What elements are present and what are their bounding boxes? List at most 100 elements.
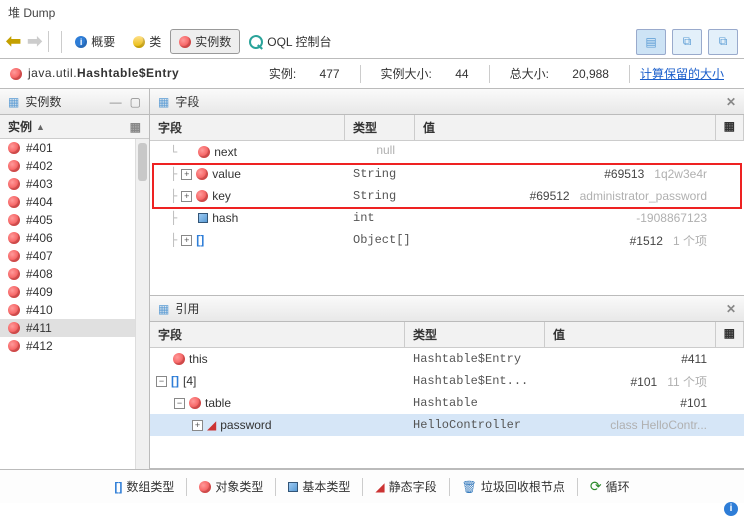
expand-icon[interactable]: + xyxy=(181,191,192,202)
field-row[interactable]: └nextnull xyxy=(150,141,744,163)
legend-basic: 基本类型 xyxy=(282,478,356,495)
instance-row[interactable]: #406 xyxy=(0,229,149,247)
instance-icon xyxy=(179,36,191,48)
toolbar: ⬅ ➡ i 概要 类 实例数 OQL 控制台 ▤ ⧉ ⧉ xyxy=(0,25,744,59)
field-name: next xyxy=(214,145,237,159)
col-field[interactable]: 字段 xyxy=(150,115,345,140)
reference-row[interactable]: −tableHashtable#101 xyxy=(150,392,744,414)
field-type: null xyxy=(345,141,415,166)
instance-row[interactable]: #401 xyxy=(0,139,149,157)
nav-forward-icon[interactable]: ➡ xyxy=(27,31,42,52)
ref-name: [4] xyxy=(183,374,196,388)
instance-icon xyxy=(8,304,20,316)
instance-row[interactable]: #408 xyxy=(0,265,149,283)
retained-link[interactable]: 计算保留的大小 xyxy=(640,67,724,81)
layout-btn-2[interactable]: ⧉ xyxy=(672,29,702,55)
minimize-icon[interactable]: — xyxy=(110,95,122,109)
reference-row[interactable]: thisHashtable$Entry#411 xyxy=(150,348,744,370)
instance-icon xyxy=(8,322,20,334)
columns-icon[interactable]: ▦ xyxy=(130,120,141,134)
instance-row[interactable]: #402 xyxy=(0,157,149,175)
expand-icon[interactable]: + xyxy=(192,420,203,431)
field-row[interactable]: ├+valueString#695131q2w3e4r xyxy=(150,163,744,185)
instance-row[interactable]: #404 xyxy=(0,193,149,211)
field-type: int xyxy=(345,209,415,227)
instance-row[interactable]: #407 xyxy=(0,247,149,265)
field-name: hash xyxy=(212,211,238,225)
instances-list[interactable]: #401#402#403#404 #405 #406#407#408 #409 #410… xyxy=(0,139,149,469)
expand-icon[interactable]: + xyxy=(181,169,192,180)
status-info-icon[interactable]: i xyxy=(724,502,738,516)
references-pane: ▦ 引用 ✕ 字段 类型 值 ▦ thisHashtable$Entry#411… xyxy=(150,296,744,469)
ref-value: #411 xyxy=(545,350,718,369)
tree-line: ├ xyxy=(170,167,177,181)
instance-icon xyxy=(8,250,20,262)
layout-icon: ▤ xyxy=(645,35,656,49)
close-icon[interactable]: ✕ xyxy=(726,95,736,109)
columns-config-icon[interactable]: ▦ xyxy=(716,322,744,347)
field-row[interactable]: ├+keyString#69512administrator_password xyxy=(150,185,744,207)
instance-row[interactable]: #410 xyxy=(0,301,149,319)
reference-row[interactable]: −[][4]Hashtable$Ent...#10111 个项 xyxy=(150,370,744,392)
array-icon: [] xyxy=(196,233,204,247)
reference-row[interactable]: +◢passwordHelloControllerclass HelloCont… xyxy=(150,414,744,436)
scrollbar[interactable] xyxy=(135,139,149,469)
field-value: -1908867123 xyxy=(415,209,718,228)
col-value[interactable]: 值 xyxy=(415,115,716,140)
collapse-icon[interactable]: − xyxy=(156,376,167,387)
references-pane-title: 引用 xyxy=(175,300,720,317)
info-icon: i xyxy=(75,36,87,48)
instance-row[interactable]: #405 xyxy=(0,211,149,229)
collapse-icon[interactable]: − xyxy=(174,398,185,409)
col-field[interactable]: 字段 xyxy=(150,322,405,347)
ref-value: class HelloContr... xyxy=(545,416,718,435)
stat-total: 总大小: 20,988 xyxy=(490,65,629,82)
instance-id: #411 xyxy=(26,321,52,335)
tab-overview-label: 概要 xyxy=(91,33,115,50)
col-value[interactable]: 值 xyxy=(545,322,716,347)
tab-overview[interactable]: i 概要 xyxy=(66,29,124,54)
legend-gcroot: 🗑垃圾回收根节点 xyxy=(456,478,571,495)
refs-rows: thisHashtable$Entry#411−[][4]Hashtable$E… xyxy=(150,348,744,436)
primitive-icon xyxy=(198,213,208,223)
instance-icon xyxy=(8,196,20,208)
layout-btn-3[interactable]: ⧉ xyxy=(708,29,738,55)
tab-oql[interactable]: OQL 控制台 xyxy=(240,29,340,54)
maximize-icon[interactable]: ▢ xyxy=(130,95,141,109)
class-name: java.util.Hashtable$Entry xyxy=(28,66,179,81)
instance-row[interactable]: #409 xyxy=(0,283,149,301)
instances-pane-icon: ▦ xyxy=(8,95,19,109)
instances-col-header[interactable]: 实例▲ ▦ xyxy=(0,115,149,139)
legend-array: []数组类型 xyxy=(108,478,180,495)
tab-instances[interactable]: 实例数 xyxy=(170,29,240,54)
class-icon xyxy=(10,68,22,80)
instance-icon xyxy=(8,340,20,352)
refs-columns: 字段 类型 值 ▦ xyxy=(150,322,744,348)
field-row[interactable]: ├hashint-1908867123 xyxy=(150,207,744,229)
object-icon xyxy=(189,397,201,409)
close-icon[interactable]: ✕ xyxy=(726,302,736,316)
columns-config-icon[interactable]: ▦ xyxy=(716,115,744,140)
instance-id: #409 xyxy=(26,285,53,299)
expand-icon[interactable]: + xyxy=(181,235,192,246)
instances-pane: ▦ 实例数 — ▢ 实例▲ ▦ #401#402#403#404#405#406… xyxy=(0,89,150,469)
instance-row[interactable]: #411 xyxy=(0,319,149,337)
instance-id: #410 xyxy=(26,303,53,317)
instance-row[interactable]: #412 xyxy=(0,337,149,355)
instance-row[interactable]: #403 xyxy=(0,175,149,193)
nav-back-icon[interactable]: ⬅ xyxy=(6,31,21,52)
tab-classes[interactable]: 类 xyxy=(124,29,170,54)
scrollbar-thumb[interactable] xyxy=(138,143,147,181)
fields-pane-icon: ▦ xyxy=(158,95,169,109)
field-row[interactable]: ├+[]Object[]#15121 个项 xyxy=(150,229,744,251)
ref-type: Hashtable xyxy=(405,394,545,412)
col-type[interactable]: 类型 xyxy=(345,115,415,140)
field-name: value xyxy=(212,167,241,181)
layout-btn-1[interactable]: ▤ xyxy=(636,29,666,55)
instance-id: #405 xyxy=(26,213,53,227)
ref-type: Hashtable$Ent... xyxy=(405,372,545,390)
col-type[interactable]: 类型 xyxy=(405,322,545,347)
instance-icon xyxy=(8,286,20,298)
field-name: key xyxy=(212,189,231,203)
ref-value: #10111 个项 xyxy=(545,371,718,392)
